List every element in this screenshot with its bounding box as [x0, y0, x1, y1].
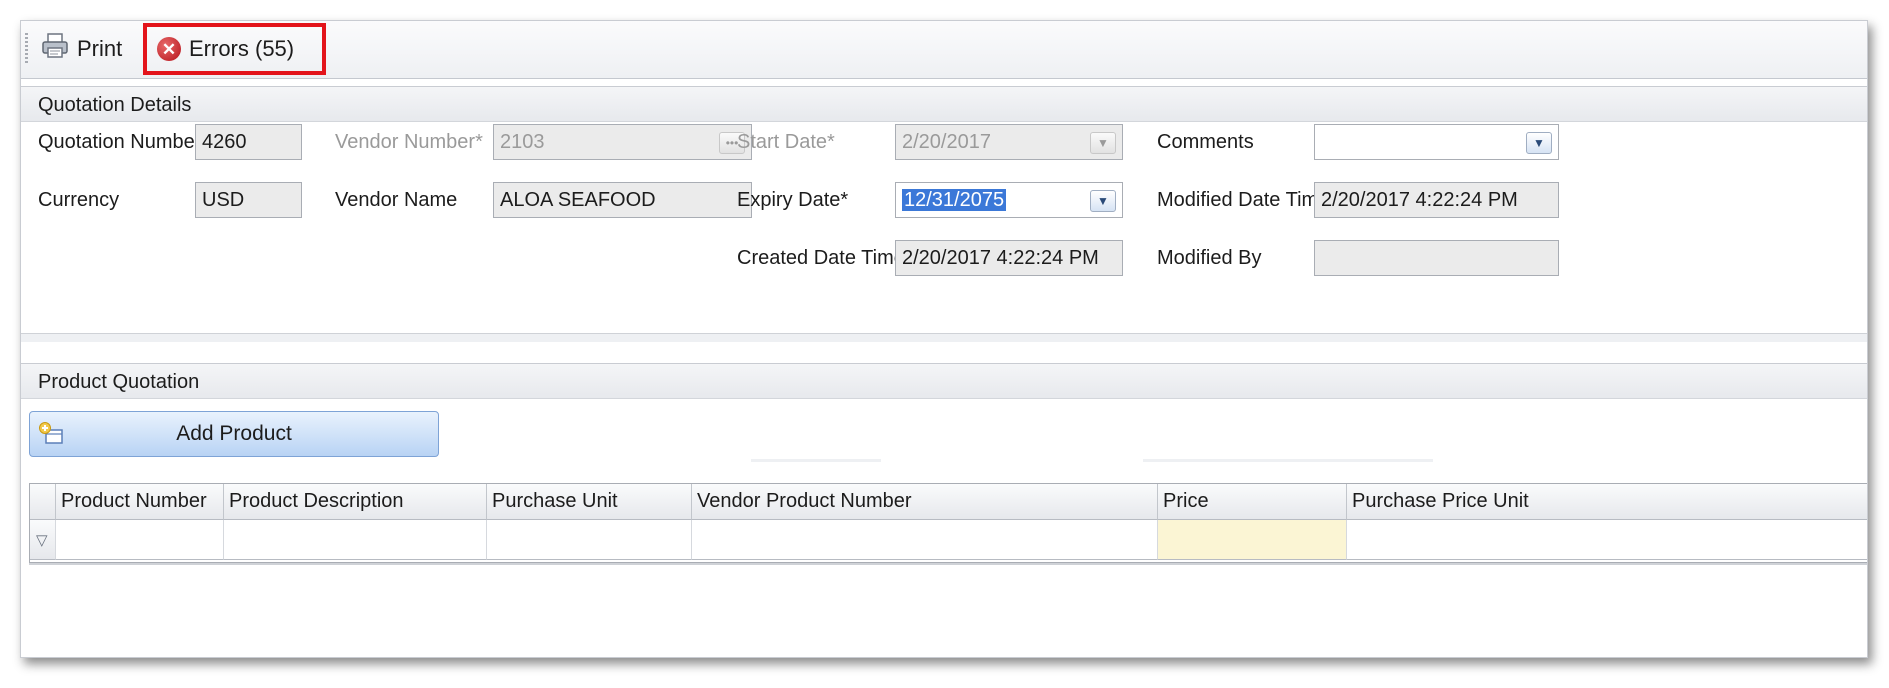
faint-divider [1143, 459, 1433, 462]
currency-field: USD [195, 182, 302, 218]
filter-cell-purchase-price-unit[interactable] [1347, 520, 1867, 560]
add-product-button[interactable]: Add Product [29, 411, 439, 457]
quotation-number-label: Quotation Number: [38, 131, 207, 153]
section-separator [21, 333, 1867, 342]
expiry-date-field[interactable]: 12/31/2075 ▼ [895, 182, 1123, 218]
expiry-date-value[interactable]: 12/31/2075 [902, 189, 1007, 211]
expiry-date-dropdown-icon[interactable]: ▼ [1090, 190, 1116, 212]
product-quotation-header: Product Quotation [21, 363, 1867, 399]
start-date-value: 2/20/2017 [902, 131, 991, 153]
grid-corner-header [30, 484, 56, 520]
filter-cell-product-description[interactable] [224, 520, 487, 560]
printer-icon [41, 33, 69, 65]
comments-field[interactable]: ▼ [1314, 124, 1559, 160]
toolbar-grip[interactable] [25, 33, 28, 63]
column-header-product-number[interactable]: Product Number [56, 484, 224, 520]
vendor-name-field: ALOA SEAFOOD [493, 182, 752, 218]
start-date-label: Start Date* [737, 131, 835, 153]
add-product-icon [38, 421, 64, 447]
filter-row-indicator[interactable]: ▽ [30, 520, 56, 560]
filter-cell-vendor-product-number[interactable] [692, 520, 1158, 560]
vendor-name-label: Vendor Name [335, 189, 458, 211]
product-grid: Product Number Product Description Purch… [29, 483, 1867, 563]
filter-cell-price[interactable] [1158, 520, 1347, 560]
modified-date-time-field: 2/20/2017 4:22:24 PM [1314, 182, 1559, 218]
start-date-dropdown-icon: ▼ [1090, 132, 1116, 154]
quotation-window: Print ✕ Errors (55) Quotation Details Qu… [20, 20, 1868, 658]
toolbar: Print ✕ Errors (55) [21, 21, 1867, 79]
error-circle-icon: ✕ [157, 37, 181, 61]
start-date-field: 2/20/2017 ▼ [895, 124, 1123, 160]
comments-dropdown-icon[interactable]: ▼ [1526, 132, 1552, 154]
filter-cell-product-number[interactable] [56, 520, 224, 560]
faint-divider [751, 459, 881, 462]
errors-label: Errors (55) [189, 36, 295, 61]
column-header-product-description[interactable]: Product Description [224, 484, 487, 520]
filter-cell-purchase-unit[interactable] [487, 520, 692, 560]
grid-bottom-border [29, 563, 1867, 565]
vendor-number-field: 2103 ••• [493, 124, 752, 160]
column-header-price[interactable]: Price [1158, 484, 1347, 520]
modified-date-time-label: Modified Date Time [1157, 189, 1330, 211]
currency-label: Currency [38, 189, 120, 211]
quotation-details-header: Quotation Details [21, 86, 1867, 122]
created-date-time-field: 2/20/2017 4:22:24 PM [895, 240, 1123, 276]
print-label: Print [77, 36, 123, 61]
vendor-number-label: Vendor Number* [335, 131, 483, 153]
column-header-purchase-unit[interactable]: Purchase Unit [487, 484, 692, 520]
column-header-vendor-product-number[interactable]: Vendor Product Number [692, 484, 1158, 520]
errors-button[interactable]: ✕ Errors (55) [143, 23, 326, 75]
column-header-purchase-price-unit[interactable]: Purchase Price Unit [1347, 484, 1867, 520]
expiry-date-label: Expiry Date* [737, 189, 849, 211]
add-product-label: Add Product [176, 422, 292, 445]
created-date-time-label: Created Date Time [737, 247, 905, 269]
print-button[interactable]: Print [41, 29, 122, 69]
comments-label: Comments [1157, 131, 1254, 153]
vendor-number-value: 2103 [500, 131, 545, 153]
modified-by-label: Modified By [1157, 247, 1262, 269]
filter-icon: ▽ [36, 532, 48, 549]
modified-by-field [1314, 240, 1559, 276]
quotation-number-field: 4260 [195, 124, 302, 160]
